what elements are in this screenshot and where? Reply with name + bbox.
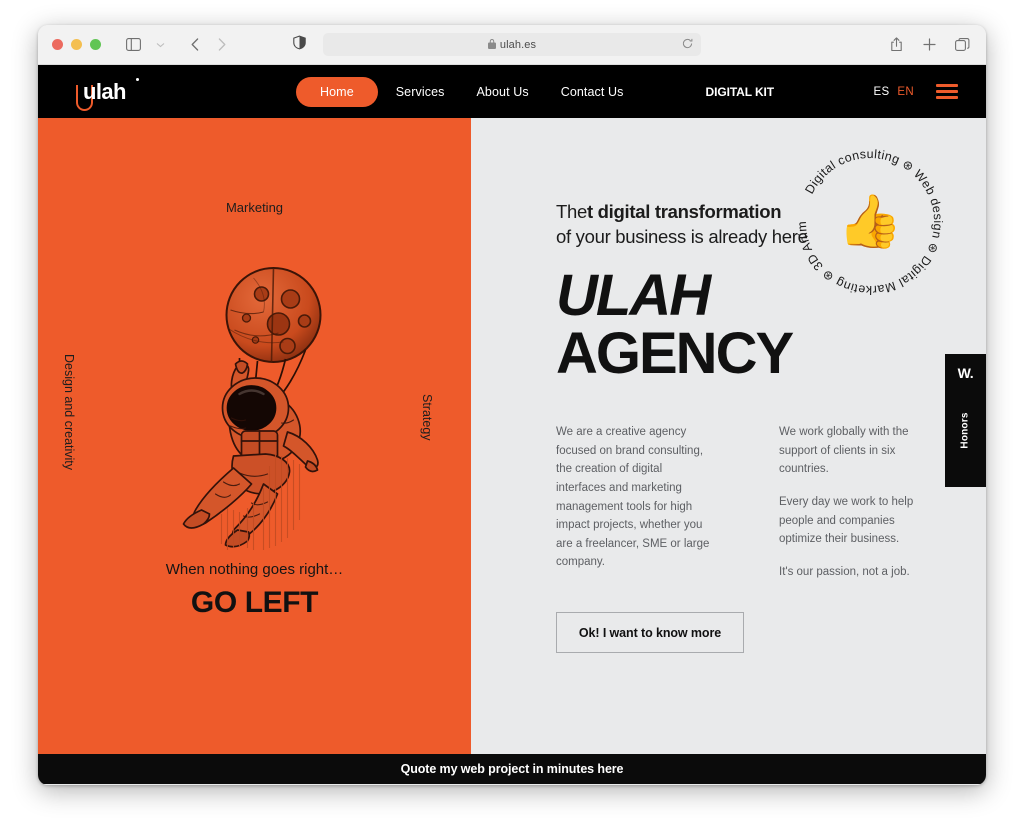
minimize-window-button[interactable] [71, 39, 82, 50]
nav-link-contact-us[interactable]: Contact Us [547, 77, 638, 107]
quote-banner[interactable]: Quote my web project in minutes here [38, 754, 986, 784]
hero-section: Marketing Design and creativity Strategy [38, 118, 986, 754]
services-circular-badge: Digital consulting ⊛ Web design ⊛ Digita… [786, 138, 954, 306]
hero-left-panel: Marketing Design and creativity Strategy [38, 118, 471, 754]
digital-kit-link[interactable]: DIGITAL KIT [706, 85, 775, 99]
hero-column-right: We work globally with the support of cli… [779, 423, 934, 581]
hero-column-left: We are a creative agency focused on bran… [556, 423, 711, 581]
know-more-button[interactable]: Ok! I want to know more [556, 612, 744, 654]
sidebar-toggle-icon[interactable] [121, 33, 145, 57]
lock-icon [487, 36, 496, 54]
label-design-and-creativity: Design and creativity [62, 354, 76, 471]
tab-overview-icon[interactable] [952, 35, 972, 55]
nav-links: Home Services About Us Contact Us [296, 76, 638, 107]
reload-icon[interactable] [682, 36, 693, 54]
nav-link-services[interactable]: Services [382, 77, 459, 107]
toolbar-right-actions [886, 35, 972, 55]
paragraph: Every day we work to help people and com… [779, 495, 914, 546]
nav-right-group: ES EN [873, 84, 958, 99]
web-page: ulah Home Services About Us Contact Us D… [38, 65, 986, 785]
thumbs-up-emoji-icon: 👍 [837, 193, 903, 251]
language-option-es[interactable]: ES [873, 86, 889, 98]
hero-kicker-line1: Thet digital transformation [556, 201, 782, 222]
astronaut-with-moon-balloon-illustration [167, 258, 342, 553]
hero-right-panel: Thet digital transformation of your busi… [471, 118, 986, 754]
hero-text-columns: We are a creative agency focused on bran… [556, 423, 986, 581]
logo-text: ulah [83, 78, 126, 104]
privacy-shield-icon[interactable] [293, 35, 306, 54]
close-window-button[interactable] [52, 39, 63, 50]
honors-side-tab[interactable]: W. Honors [945, 354, 986, 487]
url-text: ulah.es [499, 38, 537, 51]
left-tagline: When nothing goes right… [165, 561, 344, 578]
navigation-controls [121, 33, 234, 57]
hero-kicker-line2: of your business is already here [556, 225, 808, 247]
logo-dot-icon [136, 77, 139, 81]
browser-window: ulah.es ulah Home Services About Us Cont… [38, 25, 986, 785]
maximize-window-button[interactable] [90, 39, 101, 50]
honors-mark: W. [957, 365, 974, 381]
share-icon[interactable] [886, 35, 906, 55]
left-headline: GO LEFT [190, 586, 319, 619]
chevron-down-icon[interactable] [148, 33, 172, 57]
site-navigation-bar: ulah Home Services About Us Contact Us D… [38, 65, 986, 118]
language-switcher: ES EN [873, 86, 914, 98]
forward-arrow-icon[interactable] [210, 33, 234, 57]
browser-toolbar: ulah.es [38, 25, 986, 65]
nav-link-about-us[interactable]: About Us [462, 77, 542, 107]
window-traffic-lights [52, 39, 101, 50]
nav-link-home[interactable]: Home [296, 76, 378, 107]
hamburger-menu-icon[interactable] [936, 84, 958, 99]
label-strategy: Strategy [420, 394, 434, 441]
paragraph: We are a creative agency focused on bran… [556, 426, 710, 569]
ulah-logo[interactable]: ulah [74, 77, 139, 111]
address-bar[interactable]: ulah.es [293, 33, 701, 56]
label-marketing: Marketing [225, 200, 284, 215]
paragraph: We work globally with the support of cli… [779, 426, 909, 476]
hero-title-line2: AGENCY [556, 321, 794, 387]
honors-label: Honors [959, 412, 971, 449]
paragraph: It's our passion, not a job. [779, 565, 910, 578]
plus-icon[interactable] [919, 35, 939, 55]
back-arrow-icon[interactable] [183, 33, 207, 57]
language-option-en[interactable]: EN [897, 86, 914, 98]
